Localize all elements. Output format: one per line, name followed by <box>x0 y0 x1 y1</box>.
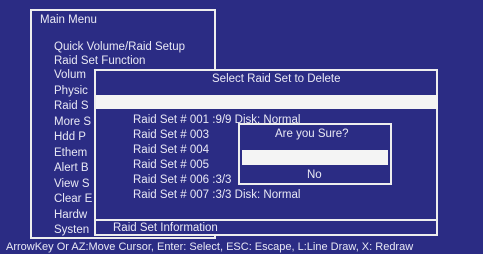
menu-item-alert-b[interactable]: Alert B <box>54 161 89 175</box>
raid-set-item-005[interactable]: Raid Set # 005 <box>133 158 209 172</box>
menu-item-ethernet[interactable]: Ethem <box>54 146 87 160</box>
menu-item-volume[interactable]: Volum <box>54 68 86 82</box>
menu-item-raid-s[interactable]: Raid S <box>54 99 89 113</box>
selected-row-highlight[interactable] <box>96 95 438 109</box>
confirm-no-option[interactable]: No <box>307 168 322 182</box>
select-dialog-title: Select Raid Set to Delete <box>212 73 341 85</box>
raid-set-item-004[interactable]: Raid Set # 004 <box>133 143 209 157</box>
raid-set-item-006[interactable]: Raid Set # 006 :3/3 <box>133 173 231 187</box>
menu-item-physical[interactable]: Physic <box>54 84 88 98</box>
confirm-yes-option[interactable] <box>242 150 388 165</box>
menu-item-raid-set-function[interactable]: Raid Set Function <box>54 54 145 68</box>
menu-item-hdd-p[interactable]: Hdd P <box>54 130 86 144</box>
raid-set-item-003[interactable]: Raid Set # 003 <box>133 128 209 142</box>
menu-item-clear-e[interactable]: Clear E <box>54 192 92 206</box>
confirm-dialog-title: Are you Sure? <box>275 128 349 140</box>
menu-item-system[interactable]: Systen <box>54 223 89 237</box>
menu-item-quick-volume-raid-setup[interactable]: Quick Volume/Raid Setup <box>54 40 185 54</box>
menu-item-more-s[interactable]: More S <box>54 115 91 129</box>
status-bar-text: ArrowKey Or AZ:Move Cursor, Enter: Selec… <box>6 241 414 253</box>
main-menu-title: Main Menu <box>40 14 97 26</box>
menu-item-hardware[interactable]: Hardw <box>54 208 87 222</box>
raid-set-item-007[interactable]: Raid Set # 007 :3/3 Disk: Normal <box>133 188 300 202</box>
raid-set-information-label: Raid Set Information <box>113 222 218 234</box>
menu-item-view-s[interactable]: View S <box>54 177 90 191</box>
status-bar: ArrowKey Or AZ:Move Cursor, Enter: Selec… <box>0 240 483 254</box>
